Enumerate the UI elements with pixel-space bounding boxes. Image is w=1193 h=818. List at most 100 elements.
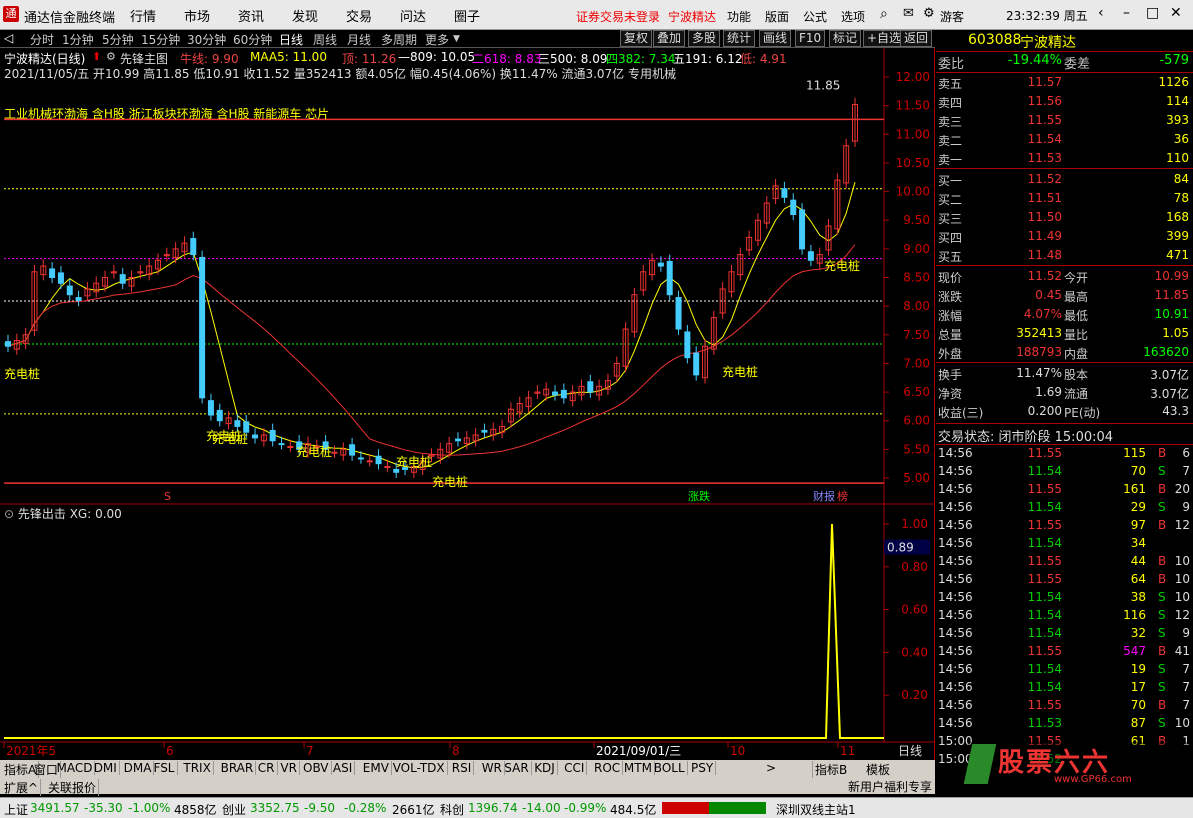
price-tick-label: 11.50 bbox=[896, 99, 930, 113]
indicator-tab[interactable]: MACD bbox=[55, 761, 96, 775]
menu-quanzi[interactable]: 圈子 bbox=[454, 6, 480, 25]
indicator-tab[interactable]: MTM bbox=[622, 761, 655, 775]
minimize-icon[interactable]: – bbox=[1123, 5, 1130, 21]
stat-value: 188793 bbox=[1016, 345, 1062, 359]
menu-gongshi[interactable]: 公式 bbox=[803, 8, 827, 25]
more-arrow-icon[interactable]: ▼ bbox=[453, 34, 460, 44]
tab-multi-period[interactable]: 多周期 bbox=[381, 31, 417, 48]
zhangdie-marker: 涨跌 bbox=[688, 489, 710, 503]
tab-daily[interactable]: 日线 bbox=[279, 31, 303, 48]
charging-pile-label: 充电桩 bbox=[4, 366, 40, 381]
maximize-icon[interactable]: □ bbox=[1146, 5, 1159, 21]
overlay-button[interactable]: 叠加 bbox=[653, 30, 686, 47]
chart-area[interactable]: 12.00 11.50 11.00 10.50 10.00 9.50 9.00 8.50 8.0… bbox=[0, 48, 935, 760]
indicator-tab[interactable]: DMI bbox=[92, 761, 120, 775]
book-volume: 78 bbox=[1173, 191, 1189, 205]
trade-login-notice[interactable]: 证券交易未登录 bbox=[576, 8, 660, 25]
indicator-tab[interactable]: DMA bbox=[122, 761, 155, 775]
indicator-tab[interactable]: VR bbox=[278, 761, 300, 775]
back-icon[interactable]: ‹ bbox=[1098, 5, 1104, 21]
menu-hangqing[interactable]: 行情 bbox=[130, 6, 156, 25]
server-name[interactable]: 深圳双线主站1 bbox=[776, 801, 856, 818]
menu-zixun[interactable]: 资讯 bbox=[238, 6, 264, 25]
tab-weekly[interactable]: 周线 bbox=[313, 31, 337, 48]
book-level-label: 卖二 bbox=[938, 134, 963, 148]
draw-button[interactable]: 画线 bbox=[759, 30, 792, 47]
search-icon[interactable]: ⌕ bbox=[880, 6, 888, 22]
kline-chart-svg[interactable]: 12.00 11.50 11.00 10.50 10.00 9.50 9.00 8.50 8.0… bbox=[0, 48, 935, 760]
fuquan-button[interactable]: 复权 bbox=[620, 30, 653, 47]
tab-30min[interactable]: 30分钟 bbox=[187, 31, 226, 48]
book-level-label: 卖五 bbox=[938, 77, 963, 91]
tick-count: 7 bbox=[1182, 662, 1190, 676]
tab-15min[interactable]: 15分钟 bbox=[141, 31, 180, 48]
candle-body bbox=[375, 455, 382, 465]
tab-1min[interactable]: 1分钟 bbox=[62, 31, 94, 48]
sub-collapse-icon[interactable]: ⊙ bbox=[4, 507, 14, 521]
menu-xuanxiang[interactable]: 选项 bbox=[841, 8, 865, 25]
price-tick-label: 11.00 bbox=[896, 127, 930, 141]
related-quotes-button[interactable]: 关联报价 bbox=[46, 779, 100, 796]
book-volume: 393 bbox=[1166, 113, 1189, 127]
gear-icon[interactable]: ⚙ bbox=[106, 50, 116, 63]
tabs-next-icon[interactable]: > bbox=[764, 761, 778, 775]
ma-line bbox=[7, 244, 856, 456]
indicator-tab[interactable]: EMV bbox=[361, 761, 392, 775]
indicator-tab[interactable]: SAR bbox=[502, 761, 532, 775]
expand-button[interactable]: 扩展^ bbox=[2, 779, 42, 796]
indicator-tab[interactable]: CCI bbox=[562, 761, 588, 775]
sh-label[interactable]: 上证 bbox=[4, 801, 28, 818]
cy-label[interactable]: 创业 bbox=[222, 801, 246, 818]
indicator-tab[interactable]: BOLL bbox=[652, 761, 688, 775]
add-watchlist-button[interactable]: +自选 bbox=[863, 30, 906, 47]
indicator-tab[interactable]: PSY bbox=[689, 761, 717, 775]
sub-tick-label: 0.60 bbox=[901, 603, 928, 617]
price-tick-label: 8.50 bbox=[903, 271, 930, 285]
mark-button[interactable]: 标记 bbox=[829, 30, 862, 47]
menu-shichang[interactable]: 市场 bbox=[184, 6, 210, 25]
menu-wenda[interactable]: 问达 bbox=[400, 6, 426, 25]
tick-side: B bbox=[1158, 698, 1167, 712]
back-button[interactable]: 返回 bbox=[900, 30, 933, 47]
template-tab[interactable]: 模板 bbox=[864, 761, 892, 778]
mail-icon[interactable]: ✉ bbox=[903, 6, 914, 21]
tab-monthly[interactable]: 月线 bbox=[347, 31, 371, 48]
menu-jiaoyi[interactable]: 交易 bbox=[346, 6, 372, 25]
f10-button[interactable]: F10 bbox=[795, 30, 826, 47]
stat-label2: 股本 bbox=[1064, 368, 1089, 382]
settings-icon[interactable]: ⚙ bbox=[923, 6, 935, 21]
indicator-tab[interactable]: WR bbox=[480, 761, 505, 775]
indicator-tab[interactable]: ROC bbox=[592, 761, 624, 775]
indicator-b-tab[interactable]: 指标B bbox=[812, 761, 849, 778]
expand-icon[interactable]: ◁ bbox=[4, 31, 13, 45]
menu-banmian[interactable]: 版面 bbox=[765, 8, 789, 25]
kc-label[interactable]: 科创 bbox=[440, 801, 464, 818]
menu-faxian[interactable]: 发现 bbox=[292, 6, 318, 25]
multi-stock-button[interactable]: 多股 bbox=[688, 30, 721, 47]
indicator-tab[interactable]: RSI bbox=[450, 761, 475, 775]
indicator-tab[interactable]: ASI bbox=[331, 761, 356, 775]
indicator-tab[interactable]: VOL-TDX bbox=[391, 761, 448, 775]
tab-more[interactable]: 更多 bbox=[425, 31, 449, 48]
news-promo[interactable]: 新用户福利专享 bbox=[844, 778, 935, 794]
indicator-tab[interactable]: FSL bbox=[152, 761, 178, 775]
watermark-logo-icon bbox=[963, 744, 997, 784]
tick-time: 14:56 bbox=[938, 554, 973, 568]
stat-label: 总量 bbox=[938, 328, 963, 342]
indicator-tab[interactable]: TRIX bbox=[181, 761, 214, 775]
user-label[interactable]: 游客 bbox=[940, 8, 964, 25]
sub-indicator-header[interactable]: ⊙ 先锋出击 XG: 0.00 bbox=[4, 505, 122, 522]
book-price: 11.57 bbox=[1027, 75, 1062, 89]
menu-gongneng[interactable]: 功能 bbox=[727, 8, 751, 25]
indicator-tab[interactable]: BRAR bbox=[219, 761, 257, 775]
indicator-tab[interactable]: KDJ bbox=[532, 761, 558, 775]
tab-fenshi[interactable]: 分时 bbox=[30, 31, 54, 48]
tick-side: S bbox=[1158, 662, 1166, 676]
close-icon[interactable]: ✕ bbox=[1170, 5, 1182, 21]
stats-button[interactable]: 统计 bbox=[723, 30, 756, 47]
tick-price: 11.54 bbox=[1027, 536, 1062, 550]
tab-5min[interactable]: 5分钟 bbox=[102, 31, 134, 48]
indicator-tab[interactable]: OBV bbox=[301, 761, 332, 775]
tab-60min[interactable]: 60分钟 bbox=[233, 31, 272, 48]
indicator-tab[interactable]: CR bbox=[256, 761, 278, 775]
